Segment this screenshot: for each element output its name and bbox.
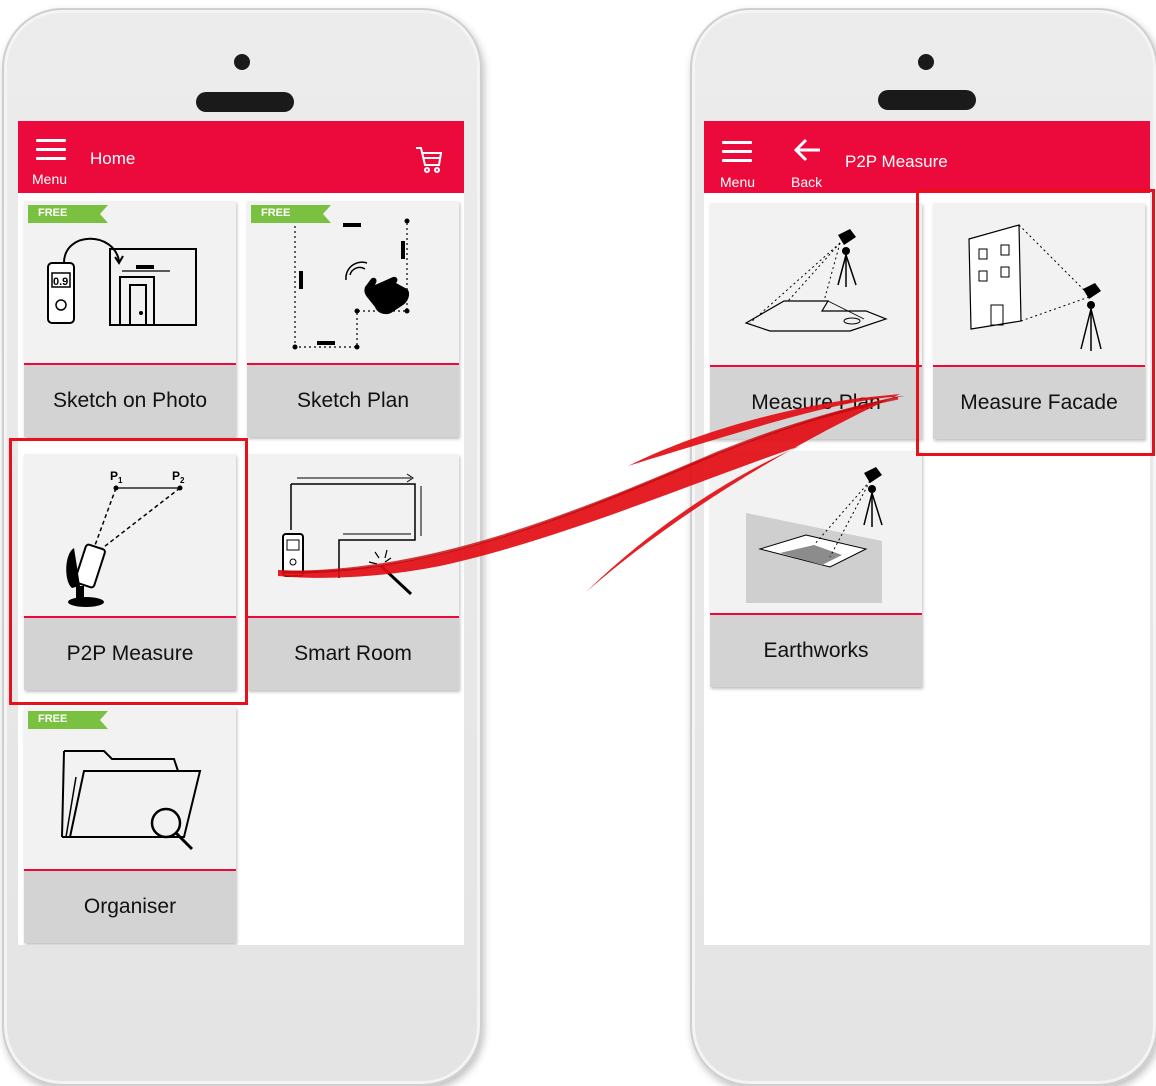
transition-arrow — [278, 394, 905, 592]
